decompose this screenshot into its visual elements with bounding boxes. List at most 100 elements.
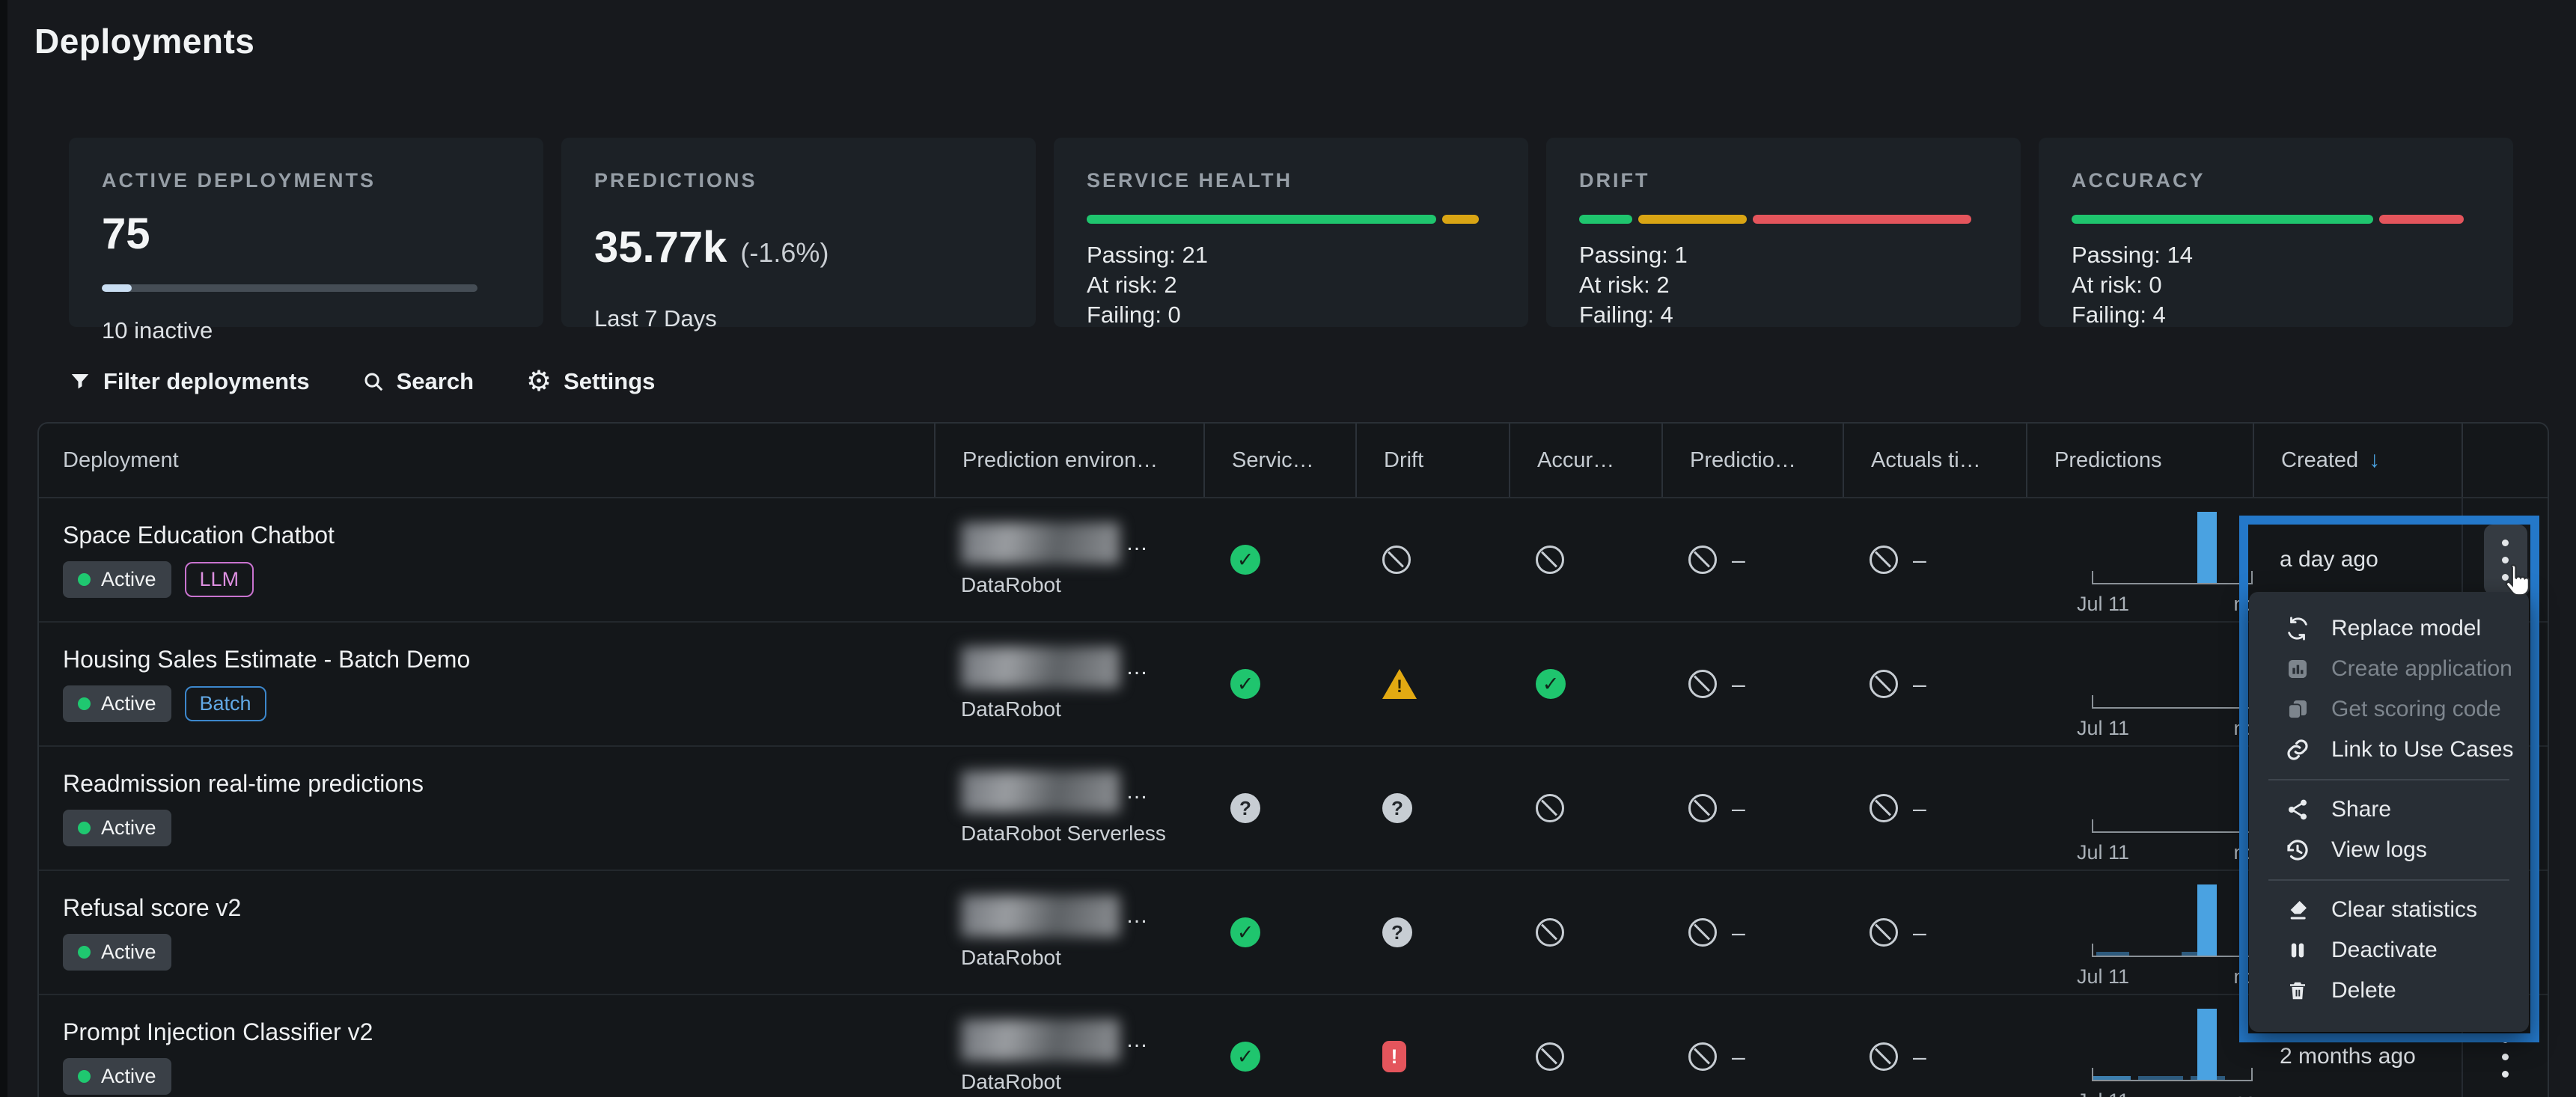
deployment-cell[interactable]: Housing Sales Estimate - Batch Demo Acti… [39,623,934,745]
column-header-created[interactable]: Created↓ [2253,424,2461,497]
prediction-timeliness-cell: – [1661,747,1843,870]
column-header-prediction-environment[interactable]: Prediction environ… [934,424,1203,497]
row-menu-button[interactable] [2484,525,2527,595]
at-risk-line: At risk: 0 [2072,270,2480,300]
status-badge: Active [63,685,171,722]
card-predictions: PREDICTIONS 35.77k (-1.6%) Last 7 Days [561,138,1036,327]
empty-dash: – [1913,919,1926,947]
bar-segment-failing [1753,215,1971,224]
table-row[interactable]: Housing Sales Estimate - Batch Demo Acti… [39,621,2548,745]
predictions-delta: (-1.6%) [740,237,828,269]
prediction-timeliness-cell: – [1661,871,1843,994]
filter-deployments-button[interactable]: Filter deployments [69,368,310,395]
drift-stats: Passing: 1 At risk: 2 Failing: 4 [1579,240,1988,330]
empty-dash: – [1732,670,1745,698]
active-progress-fill [102,284,132,292]
sparkline-axis [2092,571,2253,584]
settings-button[interactable]: ⚙ Settings [526,367,655,396]
menu-item-delete[interactable]: Delete [2249,971,2529,1011]
deployment-cell[interactable]: Prompt Injection Classifier v2 Active [39,995,934,1097]
actuals-timeliness-cell: – [1843,995,2026,1097]
link-use-cases-icon [2283,737,2312,763]
deployment-name[interactable]: Housing Sales Estimate - Batch Demo [63,646,470,673]
environment-name: DataRobot [961,697,1150,721]
environment-name: DataRobot [961,946,1150,970]
failing-line: Failing: 4 [1579,300,1988,330]
passing-line: Passing: 14 [2072,240,2480,270]
sparkline-end-label: now [2233,1090,2271,1097]
ellipsis: … [1126,1027,1150,1053]
environment-name: DataRobot [961,1070,1150,1094]
bar-segment-passing [1087,215,1436,224]
card-active-deployments: ACTIVE DEPLOYMENTS 75 10 inactive [69,138,543,327]
environment-name: DataRobot Serverless [961,822,1166,846]
menu-divider [2268,879,2509,881]
row-menu-button[interactable] [2502,1036,2509,1078]
table-row[interactable]: Space Education Chatbot Active LLM … Dat… [39,498,2548,621]
deployment-cell[interactable]: Readmission real-time predictions Active [39,747,934,870]
menu-item-create-application[interactable]: Create application [2249,649,2529,689]
menu-item-deactivate[interactable]: Deactivate [2249,930,2529,971]
card-service-health: SERVICE HEALTH Passing: 21 At risk: 2 Fa… [1054,138,1528,327]
card-label: DRIFT [1579,169,1988,192]
menu-item-clear-statistics[interactable]: Clear statistics [2249,890,2529,930]
not-available-icon [1536,1042,1564,1071]
column-header-prediction-timeliness[interactable]: Predictio… [1661,424,1843,497]
column-header-service-health[interactable]: Servic… [1203,424,1355,497]
deployment-cell[interactable]: Refusal score v2 Active [39,871,934,994]
accuracy-stats: Passing: 14 At risk: 0 Failing: 4 [2072,240,2480,330]
active-dot-icon [78,573,91,586]
search-button[interactable]: Search [362,368,474,395]
created-value: 2 months ago [2280,1044,2416,1069]
at-risk-line: At risk: 2 [1579,270,1988,300]
settings-label: Settings [564,368,655,395]
table-row[interactable]: Readmission real-time predictions Active… [39,745,2548,870]
menu-item-share[interactable]: Share [2249,789,2529,830]
deployment-name[interactable]: Prompt Injection Classifier v2 [63,1018,373,1046]
ellipsis: … [1126,655,1150,680]
ellipsis: … [1126,903,1150,929]
menu-item-link-to-use-cases[interactable]: Link to Use Cases [2249,730,2529,770]
table-toolbar: Filter deployments Search ⚙ Settings [69,358,2545,406]
service-health-cell: ✓ [1203,995,1355,1097]
column-header-drift[interactable]: Drift [1355,424,1509,497]
redacted-environment-chip [961,647,1120,688]
unknown-question-icon: ? [1382,917,1412,947]
table-row[interactable]: Refusal score v2 Active … DataRobot ✓ ? … [39,870,2548,994]
empty-dash: – [1732,795,1745,822]
prediction-timeliness-cell: – [1661,623,1843,745]
menu-item-replace-model[interactable]: Replace model [2249,608,2529,649]
page-title: Deployments [34,21,254,61]
table-row[interactable]: Prompt Injection Classifier v2 Active … … [39,994,2548,1097]
drift-cell: ? [1355,747,1509,870]
accuracy-cell [1509,995,1661,1097]
service-health-cell: ✓ [1203,498,1355,621]
filter-label: Filter deployments [103,368,310,395]
deployment-cell[interactable]: Space Education Chatbot Active LLM [39,498,934,621]
share-icon [2283,798,2312,822]
menu-item-view-logs[interactable]: View logs [2249,830,2529,870]
column-header-predictions[interactable]: Predictions [2026,424,2253,497]
status-badge: Active [63,934,171,971]
sparkline-start-label: Jul 11 [2077,841,2129,864]
column-header-accuracy[interactable]: Accur… [1509,424,1661,497]
menu-item-get-scoring-code[interactable]: Get scoring code [2249,689,2529,730]
row-context-menu: Replace model Create application Get sco… [2249,592,2529,1032]
replace-model-icon [2283,616,2312,641]
actuals-timeliness-cell: – [1843,623,2026,745]
sparkline-start-label: Jul 11 [2077,1090,2129,1097]
sparkline-start-label: Jul 11 [2077,593,2129,616]
column-header-deployment[interactable]: Deployment [39,424,934,497]
created-value: a day ago [2280,547,2378,572]
actuals-timeliness-cell: – [1843,747,2026,870]
deployment-name[interactable]: Space Education Chatbot [63,522,335,549]
column-header-actuals-timeliness[interactable]: Actuals ti… [1843,424,2026,497]
deployment-name[interactable]: Refusal score v2 [63,894,241,922]
card-label: ACTIVE DEPLOYMENTS [102,169,510,192]
not-available-icon [1870,918,1898,947]
prediction-environment-cell: … DataRobot [934,498,1203,621]
predictions-sparkline: Jul 11now [2092,876,2253,988]
not-available-icon [1688,794,1717,822]
card-accuracy: ACCURACY Passing: 14 At risk: 0 Failing:… [2039,138,2513,327]
deployment-name[interactable]: Readmission real-time predictions [63,770,424,798]
